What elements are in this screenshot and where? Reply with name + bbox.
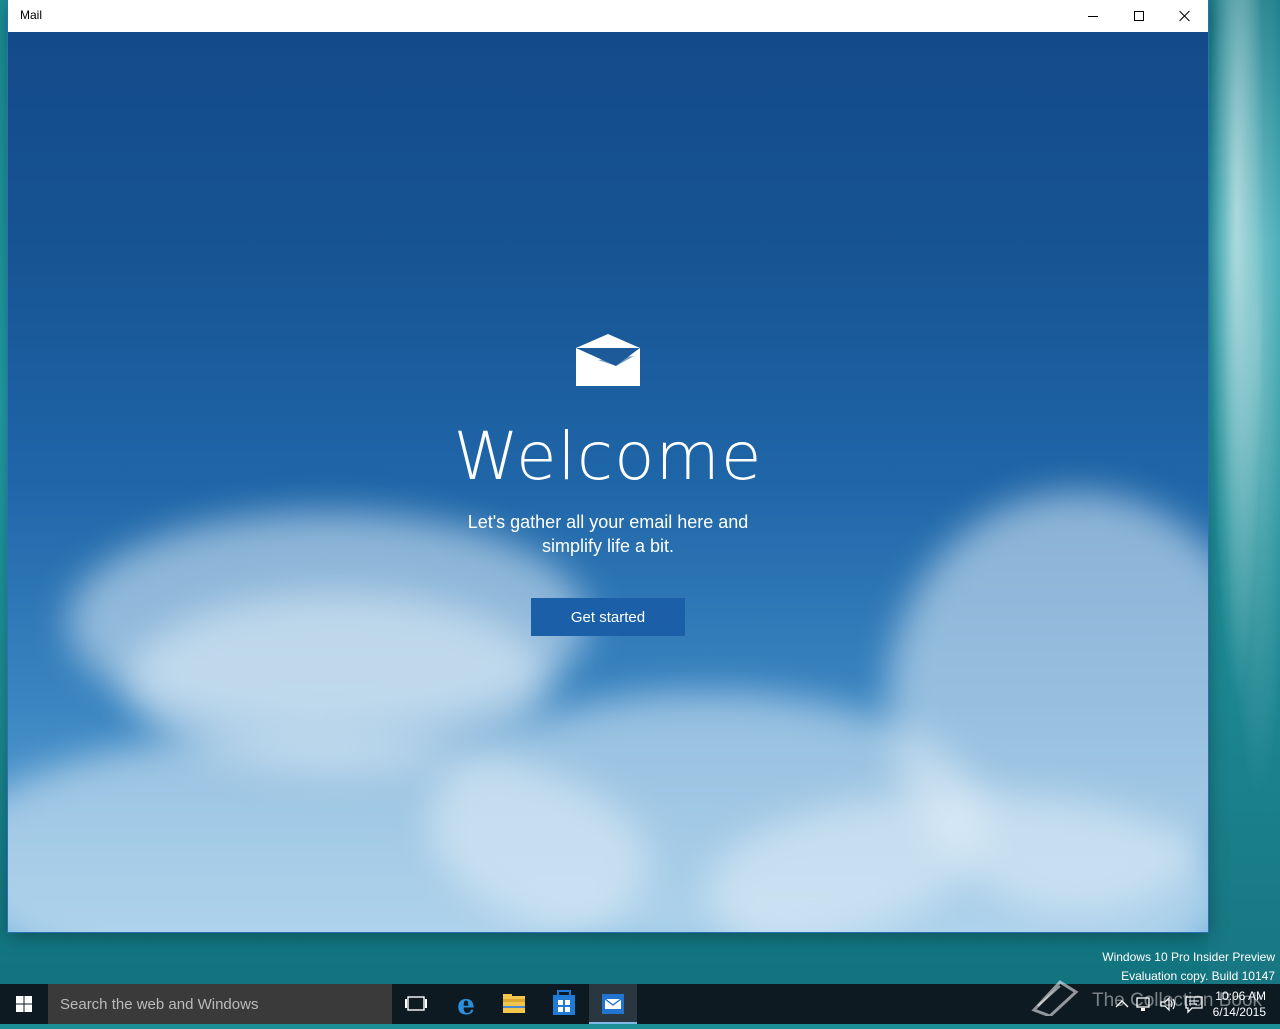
desktop-background <box>1208 0 1280 984</box>
window-controls <box>1070 0 1208 32</box>
clock-time: 10:06 AM <box>1215 989 1266 1003</box>
mail-taskbar-button[interactable] <box>589 984 637 1024</box>
mail-logo-icon <box>576 334 640 386</box>
start-icon <box>16 996 32 1012</box>
network-icon[interactable] <box>1134 994 1154 1014</box>
welcome-subtitle: Let's gather all your email here and sim… <box>428 510 788 558</box>
maximize-icon <box>1134 11 1144 21</box>
title-bar[interactable]: Mail <box>8 0 1208 32</box>
welcome-screen: Welcome Let's gather all your email here… <box>8 32 1208 932</box>
mail-icon <box>602 994 624 1014</box>
minimize-icon <box>1088 16 1098 17</box>
mail-window: Mail Welcome Let's gather all your email… <box>8 0 1208 932</box>
task-view-icon <box>405 996 427 1011</box>
search-placeholder: Search the web and Windows <box>60 996 259 1013</box>
chevron-up-icon[interactable] <box>1112 994 1132 1014</box>
minimize-button[interactable] <box>1070 0 1116 32</box>
close-button[interactable] <box>1162 0 1208 32</box>
subtitle-line: Let's gather all your email here and <box>467 512 749 532</box>
subtitle-line: simplify life a bit. <box>541 536 675 556</box>
store-button[interactable] <box>540 984 588 1024</box>
svg-text:e: e <box>457 988 475 1021</box>
system-clock[interactable]: 10:06 AM 6/14/2015 <box>1213 988 1266 1020</box>
file-explorer-icon <box>503 994 525 1013</box>
file-explorer-button[interactable] <box>490 984 538 1024</box>
get-started-button[interactable]: Get started <box>531 598 685 636</box>
welcome-panel: Welcome Let's gather all your email here… <box>8 32 1208 932</box>
taskbar: Search the web and Windows e The Collect… <box>0 980 1280 1024</box>
watermark-line: Windows 10 Pro Insider Preview <box>1102 950 1275 964</box>
clock-date: 6/14/2015 <box>1212 1005 1266 1019</box>
edge-button[interactable]: e <box>442 984 490 1024</box>
task-view-button[interactable] <box>392 984 440 1024</box>
action-center-icon[interactable] <box>1184 994 1204 1014</box>
edge-icon: e <box>457 988 475 1021</box>
start-button[interactable] <box>0 984 48 1024</box>
search-box[interactable]: Search the web and Windows <box>48 984 392 1024</box>
window-title: Mail <box>20 8 43 22</box>
welcome-heading: Welcome <box>453 418 763 495</box>
store-icon <box>553 990 575 1015</box>
windows-build-watermark: Windows 10 Pro Insider Preview Evaluatio… <box>1102 948 1275 986</box>
close-icon <box>1179 10 1191 22</box>
book-icon <box>1031 980 1079 1016</box>
maximize-button[interactable] <box>1116 0 1162 32</box>
volume-icon[interactable] <box>1158 994 1178 1014</box>
